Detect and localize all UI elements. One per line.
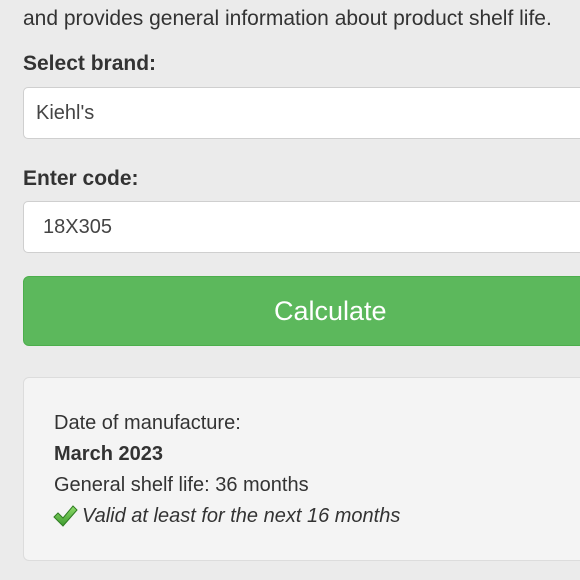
brand-label: Select brand: [23,52,157,75]
validity-line: Valid at least for the next 16 months [52,502,400,530]
manufacture-label: Date of manufacture: [54,412,241,434]
validity-text: Valid at least for the next 16 months [82,505,401,527]
code-label: Enter code: [23,167,139,190]
brand-select[interactable]: Kiehl's [23,87,580,139]
calculate-button[interactable]: Calculate [23,276,580,346]
shelf-life-text: General shelf life: 36 months [54,474,309,496]
result-panel: Date of manufacture: March 2023 General … [23,377,580,561]
code-input[interactable]: 18X305 [23,201,580,253]
checkmark-icon [52,503,78,529]
intro-text: and provides general information about p… [23,7,552,30]
manufacture-date: March 2023 [54,443,163,465]
page: and provides general information about p… [0,0,580,580]
